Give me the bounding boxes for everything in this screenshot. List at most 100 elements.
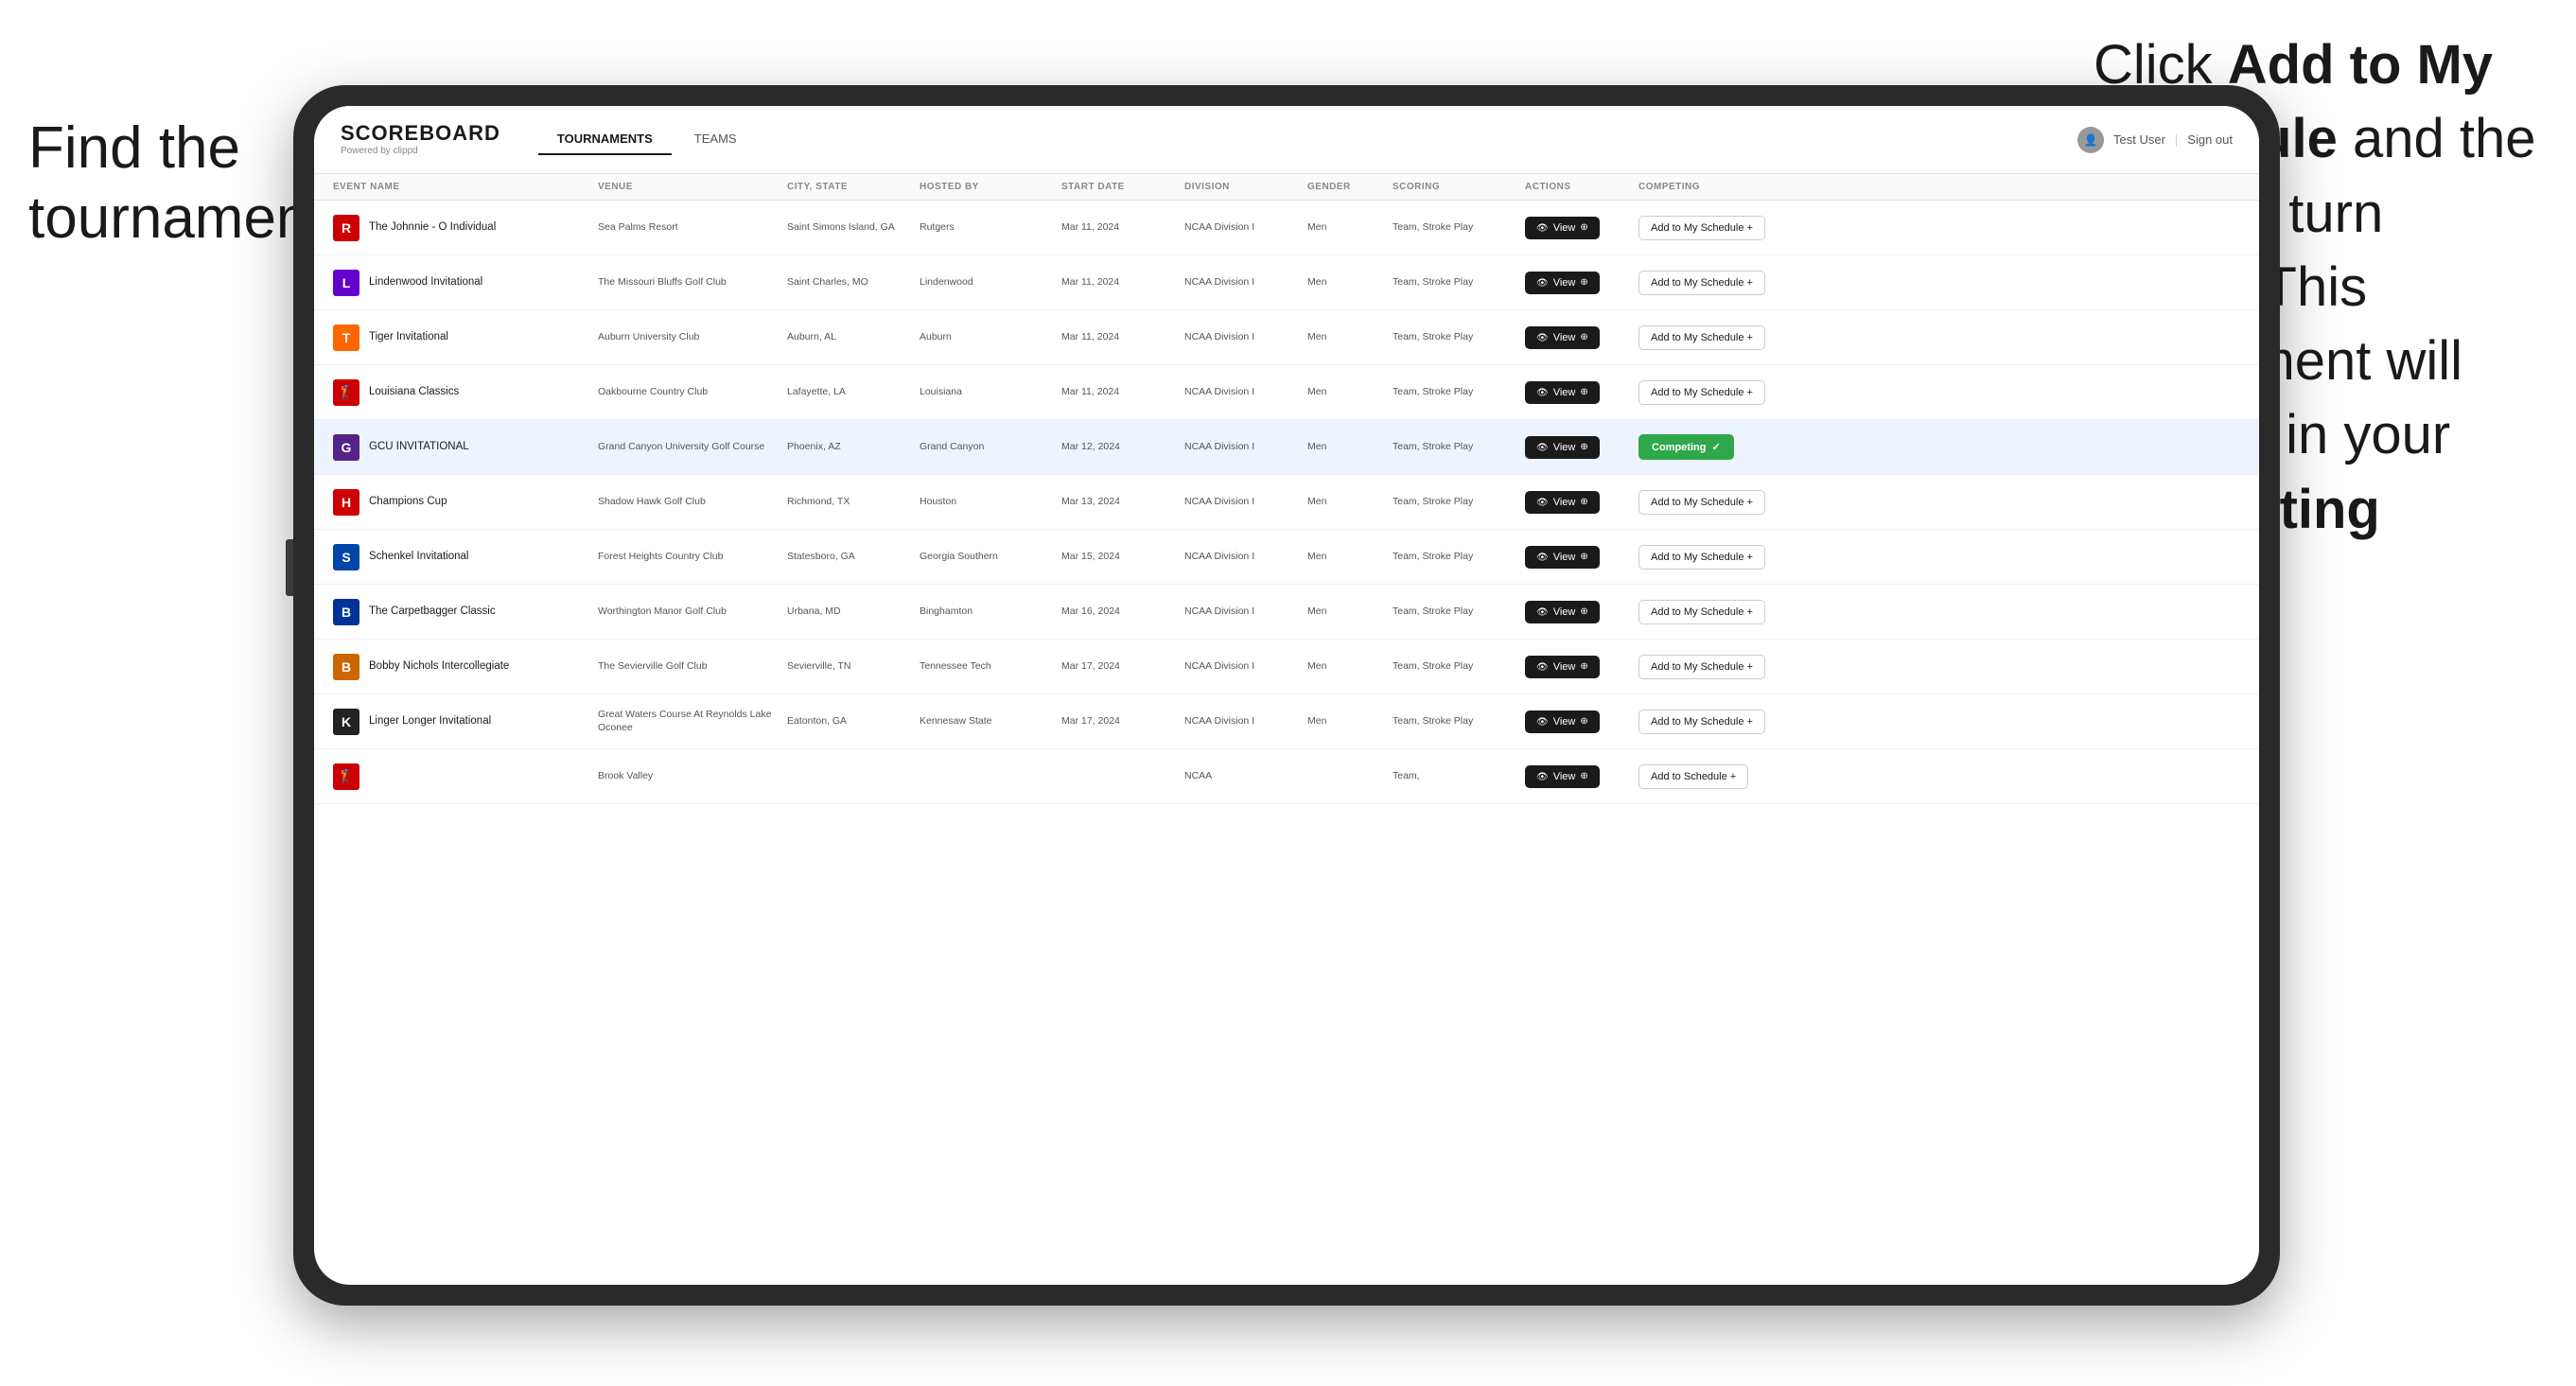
hosted-by-cell: Kennesaw State <box>920 715 1061 728</box>
scoring-cell: Team, Stroke Play <box>1393 715 1525 728</box>
table-row: 🏌 Brook Valley NCAA Team, View ⊕ Add to Sche… <box>314 749 2259 804</box>
col-scoring: SCORING <box>1393 182 1525 192</box>
competing-cell: Add to Schedule + <box>1638 764 1828 789</box>
venue-cell: Auburn University Club <box>598 331 787 344</box>
division-cell: NCAA Division I <box>1184 496 1307 509</box>
scoring-cell: Team, Stroke Play <box>1393 605 1525 619</box>
add-to-schedule-button[interactable]: Add to My Schedule + <box>1638 490 1765 515</box>
col-event-name: EVENT NAME <box>333 182 598 192</box>
app-content: SCOREBOARD Powered by clippd TOURNAMENTS… <box>314 106 2259 1285</box>
start-date-cell: Mar 16, 2024 <box>1061 605 1184 619</box>
team-logo: 🏌 <box>333 763 359 790</box>
add-to-schedule-button[interactable]: Add to My Schedule + <box>1638 271 1765 295</box>
col-venue: VENUE <box>598 182 787 192</box>
venue-cell: Sea Palms Resort <box>598 221 787 235</box>
team-logo: S <box>333 544 359 570</box>
col-city-state: CITY, STATE <box>787 182 920 192</box>
venue-cell: Grand Canyon University Golf Course <box>598 441 787 454</box>
view-button[interactable]: View ⊕ <box>1525 217 1600 239</box>
gender-cell: Men <box>1307 660 1393 674</box>
team-logo: G <box>333 434 359 461</box>
scoring-cell: Team, <box>1393 770 1525 783</box>
event-name: GCU INVITATIONAL <box>369 440 469 454</box>
table-row: G GCU INVITATIONAL Grand Canyon University… <box>314 420 2259 475</box>
actions-cell: View ⊕ <box>1525 217 1638 239</box>
tab-tournaments[interactable]: TOURNAMENTS <box>538 124 672 155</box>
table-row: KLinger Longer InvitationalGreat Waters … <box>314 694 2259 749</box>
event-name: Champions Cup <box>369 495 447 509</box>
competing-cell: Add to My Schedule + <box>1638 490 1828 515</box>
table-row: SSchenkel InvitationalForest Heights Cou… <box>314 530 2259 585</box>
division-cell: NCAA <box>1184 770 1307 783</box>
view-button[interactable]: View ⊕ <box>1525 491 1600 514</box>
add-to-schedule-button[interactable]: Add to My Schedule + <box>1638 325 1765 350</box>
event-name: The Johnnie - O Individual <box>369 220 496 235</box>
col-gender: GENDER <box>1307 182 1393 192</box>
actions-cell: View ⊕ <box>1525 765 1638 788</box>
add-to-schedule-button[interactable]: Add to My Schedule + <box>1638 710 1765 734</box>
add-to-schedule-button[interactable]: Add to My Schedule + <box>1638 600 1765 624</box>
add-to-schedule-button[interactable]: Add to My Schedule + <box>1638 216 1765 240</box>
tablet-screen: SCOREBOARD Powered by clippd TOURNAMENTS… <box>314 106 2259 1285</box>
start-date-cell: Mar 17, 2024 <box>1061 715 1184 728</box>
start-date-cell: Mar 12, 2024 <box>1061 441 1184 454</box>
competing-cell: Add to My Schedule + <box>1638 545 1828 570</box>
competing-button[interactable]: Competing <box>1638 434 1734 460</box>
scoring-cell: Team, Stroke Play <box>1393 276 1525 289</box>
actions-cell: View ⊕ <box>1525 381 1638 404</box>
add-to-schedule-button[interactable]: Add to My Schedule + <box>1638 545 1765 570</box>
hosted-by-cell: Houston <box>920 496 1061 509</box>
add-to-schedule-button[interactable]: Add to Schedule + <box>1638 764 1748 789</box>
event-name-cell: 🏌 <box>333 763 598 790</box>
hosted-by-cell: Lindenwood <box>920 276 1061 289</box>
actions-cell: View ⊕ <box>1525 601 1638 623</box>
event-name-cell: TTiger Invitational <box>333 325 598 351</box>
division-cell: NCAA Division I <box>1184 276 1307 289</box>
city-state-cell: Auburn, AL <box>787 331 920 344</box>
venue-cell: Brook Valley <box>598 770 787 783</box>
gender-cell: Men <box>1307 441 1393 454</box>
gender-cell: Men <box>1307 605 1393 619</box>
view-button[interactable]: View ⊕ <box>1525 765 1600 788</box>
venue-cell: The Missouri Bluffs Golf Club <box>598 276 787 289</box>
view-button[interactable]: View ⊕ <box>1525 272 1600 294</box>
actions-cell: View ⊕ <box>1525 326 1638 349</box>
competing-cell: Add to My Schedule + <box>1638 380 1828 405</box>
actions-cell: View ⊕ <box>1525 491 1638 514</box>
event-name-cell: SSchenkel Invitational <box>333 544 598 570</box>
view-button[interactable]: View ⊕ <box>1525 326 1600 349</box>
add-to-schedule-button[interactable]: Add to My Schedule + <box>1638 655 1765 679</box>
hosted-by-cell: Tennessee Tech <box>920 660 1061 674</box>
event-name: Bobby Nichols Intercollegiate <box>369 659 509 674</box>
division-cell: NCAA Division I <box>1184 386 1307 399</box>
scoring-cell: Team, Stroke Play <box>1393 441 1525 454</box>
competing-cell: Add to My Schedule + <box>1638 271 1828 295</box>
view-button[interactable]: View ⊕ <box>1525 656 1600 678</box>
competing-cell: Add to My Schedule + <box>1638 710 1828 734</box>
division-cell: NCAA Division I <box>1184 605 1307 619</box>
gender-cell: Men <box>1307 221 1393 235</box>
view-button[interactable]: View ⊕ <box>1525 381 1600 404</box>
team-logo: B <box>333 599 359 625</box>
app-logo: SCOREBOARD <box>341 123 500 144</box>
gender-cell: Men <box>1307 551 1393 564</box>
view-button[interactable]: View ⊕ <box>1525 546 1600 569</box>
app-header: SCOREBOARD Powered by clippd TOURNAMENTS… <box>314 106 2259 174</box>
venue-cell: Oakbourne Country Club <box>598 386 787 399</box>
col-start-date: START DATE <box>1061 182 1184 192</box>
table-row: HChampions CupShadow Hawk Golf ClubRichm… <box>314 475 2259 530</box>
competing-cell: Add to My Schedule + <box>1638 216 1828 240</box>
sign-out-link[interactable]: Sign out <box>2187 132 2233 147</box>
division-cell: NCAA Division I <box>1184 331 1307 344</box>
start-date-cell: Mar 13, 2024 <box>1061 496 1184 509</box>
city-state-cell: Statesboro, GA <box>787 551 920 564</box>
add-to-schedule-button[interactable]: Add to My Schedule + <box>1638 380 1765 405</box>
event-name: Linger Longer Invitational <box>369 714 491 728</box>
tab-teams[interactable]: TEAMS <box>675 124 756 155</box>
view-button[interactable]: View ⊕ <box>1525 711 1600 733</box>
event-name: Tiger Invitational <box>369 330 448 344</box>
view-button[interactable]: View ⊕ <box>1525 601 1600 623</box>
col-actions: ACTIONS <box>1525 182 1638 192</box>
view-button[interactable]: View ⊕ <box>1525 436 1600 459</box>
hosted-by-cell: Auburn <box>920 331 1061 344</box>
